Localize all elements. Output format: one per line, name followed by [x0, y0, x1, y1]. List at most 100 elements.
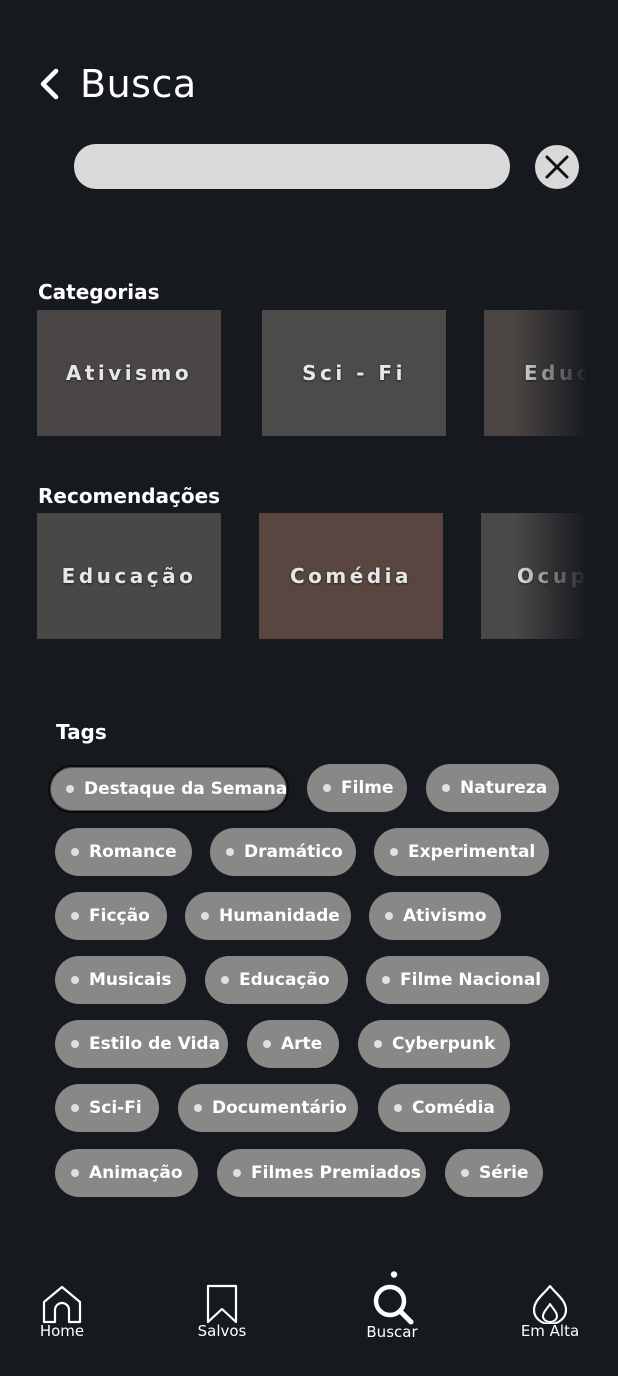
home-icon [42, 1285, 82, 1324]
tag-label: Série [479, 1163, 529, 1183]
tag-arte[interactable]: Arte [247, 1020, 339, 1068]
tag-comedia[interactable]: Comédia [378, 1084, 510, 1132]
tag-label: Filmes Premiados [251, 1163, 421, 1183]
recommendation-card-label: Comédia [290, 564, 412, 588]
bullet-icon [442, 784, 450, 792]
tag-cyberpunk[interactable]: Cyberpunk [358, 1020, 510, 1068]
bullet-icon [382, 976, 390, 984]
category-card-ativismo[interactable]: Ativismo [37, 310, 221, 436]
bullet-icon [374, 1040, 382, 1048]
tag-label: Ativismo [403, 906, 487, 926]
tag-label: Natureza [460, 778, 548, 798]
nav-search[interactable]: Buscar [360, 1271, 424, 1341]
tag-filmes-premiados[interactable]: Filmes Premiados [217, 1149, 426, 1197]
bookmark-icon [206, 1284, 238, 1324]
tag-label: Arte [281, 1034, 323, 1054]
tag-label: Experimental [408, 842, 536, 862]
category-card-label: Ativismo [65, 361, 193, 385]
tag-dramatico[interactable]: Dramático [210, 828, 356, 876]
nav-saved-label: Salvos [197, 1322, 247, 1340]
bullet-icon [71, 1040, 79, 1048]
active-indicator-dot [390, 1271, 398, 1278]
tag-label: Estilo de Vida [89, 1034, 221, 1054]
tag-filme-nacional[interactable]: Filme Nacional [366, 956, 549, 1004]
tag-label: Musicais [89, 970, 172, 990]
bullet-icon [66, 785, 74, 793]
tag-label: Cyberpunk [392, 1034, 496, 1054]
tag-documentario[interactable]: Documentário [178, 1084, 358, 1132]
bullet-icon [71, 976, 79, 984]
recommendation-card-label: Educação [61, 564, 197, 588]
bullet-icon [221, 976, 229, 984]
bullet-icon [71, 912, 79, 920]
tag-label: Humanidade [219, 906, 340, 926]
bullet-icon [461, 1169, 469, 1177]
tag-romance[interactable]: Romance [55, 828, 192, 876]
tag-musicais[interactable]: Musicais [55, 956, 186, 1004]
tag-animacao[interactable]: Animação [55, 1149, 198, 1197]
bullet-icon [71, 1169, 79, 1177]
header: Busca [38, 62, 197, 106]
recommendation-card-label: Ocup [517, 564, 585, 588]
category-card-label: Educ [524, 361, 585, 385]
recommendation-card-comedia[interactable]: Comédia [259, 513, 443, 639]
tag-label: Documentário [212, 1098, 347, 1118]
bullet-icon [263, 1040, 271, 1048]
close-icon [545, 155, 569, 179]
bullet-icon [323, 784, 331, 792]
tag-humanidade[interactable]: Humanidade [185, 892, 351, 940]
tag-experimental[interactable]: Experimental [374, 828, 549, 876]
nav-saved[interactable]: Salvos [194, 1284, 250, 1340]
bullet-icon [226, 848, 234, 856]
category-card-educacao[interactable]: Educ [484, 310, 585, 436]
bullet-icon [201, 912, 209, 920]
back-chevron-icon[interactable] [38, 64, 66, 104]
bullet-icon [71, 848, 79, 856]
tag-educacao[interactable]: Educação [205, 956, 348, 1004]
flame-icon [532, 1284, 568, 1324]
recommendation-card-educacao[interactable]: Educação [37, 513, 221, 639]
tag-label: Animação [89, 1163, 183, 1183]
tag-label: Ficção [89, 906, 150, 926]
tag-sci-fi[interactable]: Sci-Fi [55, 1084, 159, 1132]
nav-search-label: Buscar [366, 1323, 418, 1341]
bullet-icon [394, 1104, 402, 1112]
search-icon [373, 1271, 414, 1325]
tag-natureza[interactable]: Natureza [426, 764, 559, 812]
tag-label: Dramático [244, 842, 343, 862]
search-input[interactable] [74, 144, 510, 189]
clear-search-button[interactable] [535, 145, 579, 189]
tag-label: Romance [89, 842, 177, 862]
category-card-label: Sci - Fi [302, 361, 406, 385]
bottom-nav: Home Salvos Buscar Em Alta [0, 1270, 618, 1376]
bullet-icon [385, 912, 393, 920]
tag-estilo-de-vida[interactable]: Estilo de Vida [55, 1020, 228, 1068]
tag-label: Filme [341, 778, 394, 798]
recommendation-card-ocupacao[interactable]: Ocup [481, 513, 585, 639]
nav-home-label: Home [39, 1322, 85, 1340]
nav-home[interactable]: Home [36, 1284, 88, 1340]
categories-title: Categorias [38, 280, 160, 304]
tag-label: Destaque da Semana [84, 779, 288, 799]
tag-ficcao[interactable]: Ficção [55, 892, 167, 940]
bullet-icon [71, 1104, 79, 1112]
tag-serie[interactable]: Série [445, 1149, 543, 1197]
categories-carousel[interactable]: Ativismo Sci - Fi Educ [37, 310, 585, 436]
tags-title: Tags [56, 720, 107, 744]
tag-label: Sci-Fi [89, 1098, 142, 1118]
tag-filme[interactable]: Filme [307, 764, 407, 812]
tag-destaque-da-semana[interactable]: Destaque da Semana [48, 765, 289, 813]
bullet-icon [390, 848, 398, 856]
page-title: Busca [80, 62, 197, 106]
nav-trending-label: Em Alta [520, 1322, 580, 1340]
tag-label: Filme Nacional [400, 970, 542, 990]
bullet-icon [233, 1169, 241, 1177]
recommendations-carousel[interactable]: Educação Comédia Ocup [37, 513, 585, 639]
bullet-icon [194, 1104, 202, 1112]
nav-trending[interactable]: Em Alta [518, 1284, 582, 1340]
recommendations-title: Recomendações [38, 484, 221, 508]
category-card-scifi[interactable]: Sci - Fi [262, 310, 446, 436]
tag-ativismo[interactable]: Ativismo [369, 892, 501, 940]
tag-label: Educação [239, 970, 330, 990]
tag-label: Comédia [412, 1098, 495, 1118]
